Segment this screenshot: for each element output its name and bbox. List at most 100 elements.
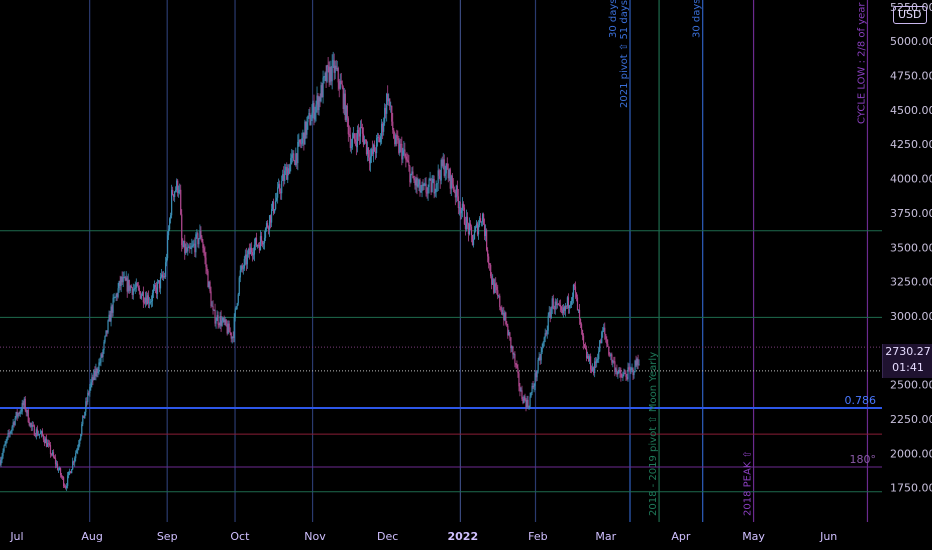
- candle-body: [451, 175, 453, 185]
- candle-body: [152, 289, 155, 293]
- time-axis[interactable]: Jul Aug Sep Oct Nov Dec 2022 Feb Mar Apr May Jun: [0, 522, 882, 550]
- candle-body: [495, 283, 497, 287]
- time-tick-label: Nov: [304, 530, 326, 543]
- candle-body: [323, 76, 325, 78]
- candle-body: [174, 191, 176, 197]
- candle-body: [41, 431, 44, 436]
- candle-body: [239, 270, 241, 278]
- candle-body: [315, 104, 317, 113]
- bar-countdown: 01:41: [892, 361, 924, 374]
- candle-body: [460, 210, 462, 214]
- candle-body: [38, 434, 40, 435]
- price-axis[interactable]: 1750.002000.002250.002500.002750.003000.…: [890, 1, 932, 495]
- candle-body: [148, 302, 151, 304]
- candle-body: [97, 371, 99, 373]
- candle-body: [524, 396, 526, 401]
- candle-body: [480, 221, 483, 223]
- candle-body: [499, 295, 501, 307]
- candle-body: [420, 190, 422, 193]
- candle-body: [497, 290, 499, 297]
- time-tick-label: Aug: [81, 530, 102, 543]
- candle-body: [399, 143, 401, 153]
- currency-label[interactable]: USD: [893, 6, 927, 24]
- candle-body: [331, 60, 333, 82]
- candle-body: [314, 112, 316, 120]
- candle-body: [474, 226, 477, 232]
- candle-body: [5, 441, 7, 444]
- candle-body: [57, 469, 60, 471]
- candle-body: [3, 445, 5, 452]
- candle-body: [546, 330, 548, 335]
- candle-body: [479, 218, 482, 223]
- candle-body: [311, 112, 313, 121]
- candle-body: [410, 173, 412, 183]
- candle-body: [80, 434, 82, 440]
- candle-body: [133, 288, 135, 290]
- candle-body: [172, 189, 174, 195]
- candle-body: [198, 238, 200, 245]
- candle-body: [169, 218, 171, 230]
- candle-body: [597, 359, 599, 360]
- candle-body: [192, 244, 194, 246]
- candle-body: [341, 84, 343, 88]
- candle-body: [277, 187, 279, 198]
- candle-body: [206, 267, 208, 271]
- candle-body: [622, 374, 624, 378]
- candle-body: [568, 305, 571, 309]
- candle-body: [624, 372, 626, 374]
- candle-body: [477, 225, 480, 235]
- candle-body: [293, 153, 295, 161]
- price-tick-label: 4500.00: [890, 104, 932, 117]
- price-level-label: 0.786: [845, 394, 877, 407]
- candle-body: [0, 460, 2, 465]
- candle-body: [297, 142, 299, 164]
- candle-body: [346, 105, 348, 119]
- price-chart[interactable]: 2021 pivot ⇧ 51 days30 days2018 - 2019 p…: [0, 0, 932, 550]
- candle-body: [250, 247, 252, 253]
- candle-body: [270, 209, 273, 223]
- candle-body: [349, 134, 351, 148]
- candle-body: [604, 327, 606, 335]
- candle-body: [39, 433, 41, 435]
- candle-body: [397, 138, 399, 141]
- candle-body: [572, 284, 575, 298]
- price-tick-label: 4750.00: [890, 70, 932, 83]
- vertical-marker-label: 2018 - 2019 pivot ⇧ Moon Yearly: [648, 352, 659, 516]
- candle-body: [396, 135, 398, 139]
- candle-body: [594, 361, 596, 374]
- candle-body: [518, 373, 520, 387]
- candle-body: [489, 263, 491, 265]
- candle-body: [496, 286, 498, 291]
- candle-body: [590, 356, 592, 370]
- candle-body: [98, 362, 100, 372]
- candle-body: [202, 242, 204, 249]
- candle-body: [48, 443, 51, 446]
- candle-body: [181, 214, 183, 246]
- candle-body: [217, 315, 219, 325]
- candle-body: [528, 406, 530, 408]
- candle-body: [281, 181, 283, 194]
- candle-body: [136, 283, 138, 287]
- candle-body: [469, 223, 472, 227]
- candle-body: [357, 130, 360, 134]
- price-tick-label: 4250.00: [890, 138, 932, 151]
- candle-body: [151, 292, 154, 302]
- candle-body: [571, 297, 574, 301]
- candle-body: [351, 138, 353, 147]
- candle-body: [262, 243, 265, 245]
- candle-body: [252, 254, 255, 256]
- candle-body: [472, 239, 475, 246]
- candle-body: [617, 372, 619, 375]
- time-tick-label: Feb: [528, 530, 547, 543]
- candle-body: [490, 264, 492, 277]
- candle-body: [263, 237, 266, 244]
- candle-body: [596, 359, 598, 364]
- vertical-marker-label: CYCLE LOW : 2/8 of year: [856, 2, 867, 124]
- candle-body: [327, 65, 329, 67]
- candle-body: [180, 189, 182, 215]
- candle-body: [301, 138, 303, 144]
- candle-body: [1, 456, 3, 461]
- candle-body: [14, 417, 16, 425]
- candle-body: [413, 178, 415, 181]
- candle-body: [457, 196, 459, 209]
